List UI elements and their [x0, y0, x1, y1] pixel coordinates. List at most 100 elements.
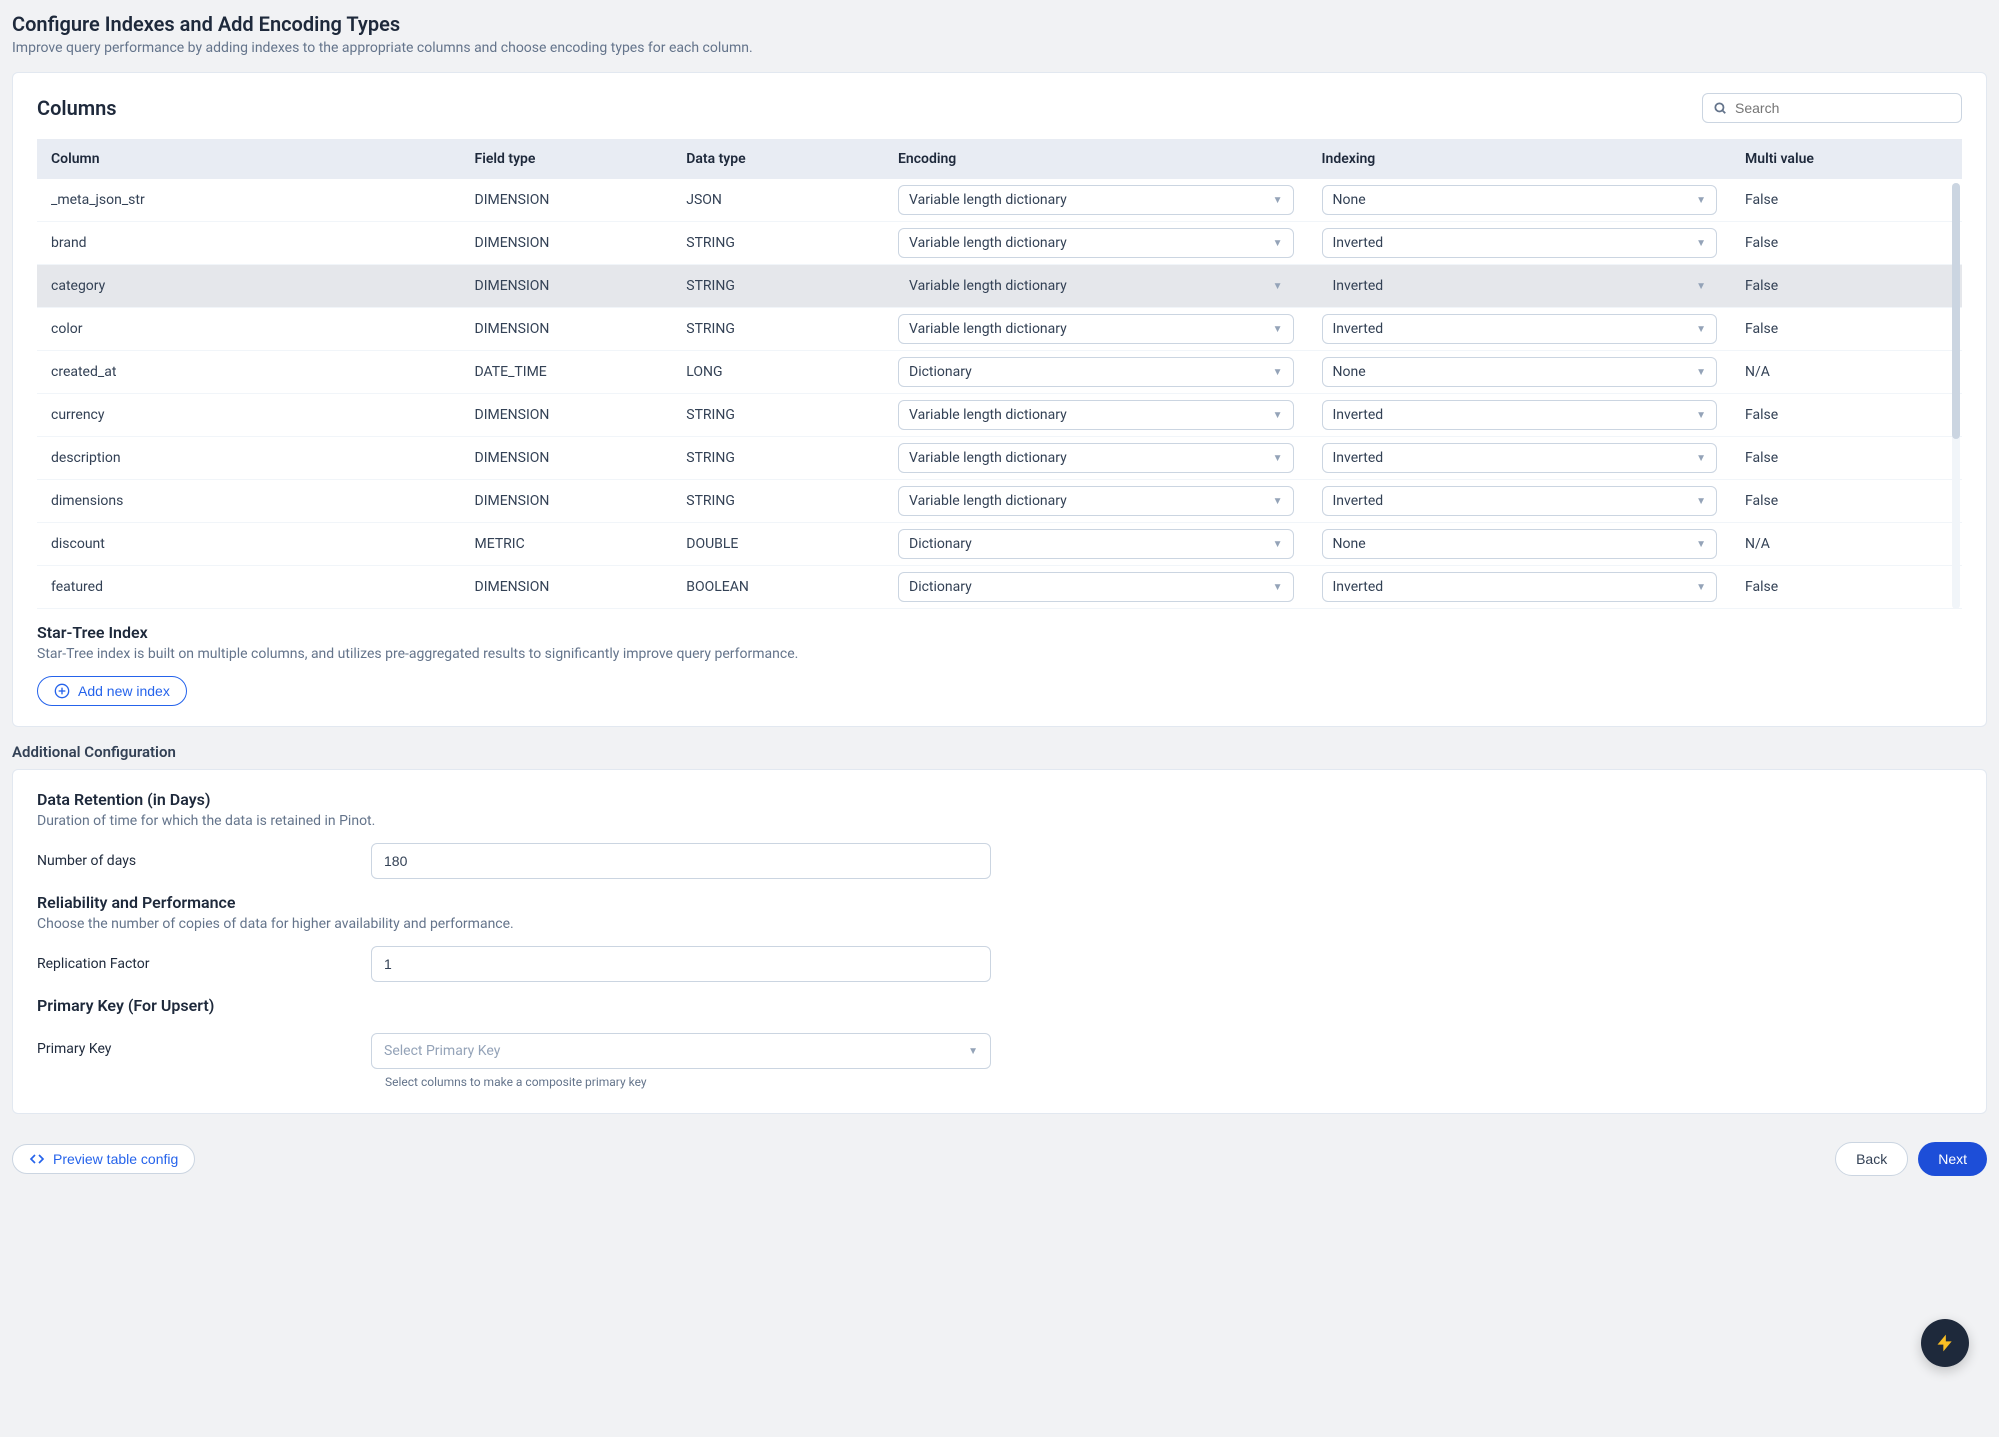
lightning-icon: [1935, 1333, 1955, 1353]
indexing-value: Inverted: [1333, 321, 1384, 337]
cell-data-type: STRING: [672, 480, 884, 523]
search-input-wrap[interactable]: [1702, 93, 1962, 123]
lightning-fab-button[interactable]: [1921, 1319, 1969, 1367]
cell-column-name: currency: [37, 394, 461, 437]
next-button[interactable]: Next: [1918, 1142, 1987, 1176]
indexing-select[interactable]: None ▼: [1322, 529, 1718, 559]
caret-down-icon: ▼: [1696, 410, 1706, 421]
table-scrollbar[interactable]: [1952, 183, 1960, 609]
footer-actions: Preview table config Back Next: [12, 1130, 1987, 1176]
back-button[interactable]: Back: [1835, 1142, 1908, 1176]
cell-column-name: brand: [37, 222, 461, 265]
table-scrollbar-thumb[interactable]: [1952, 183, 1960, 439]
indexing-value: Inverted: [1333, 278, 1384, 294]
preview-table-config-button[interactable]: Preview table config: [12, 1144, 195, 1174]
retention-days-input[interactable]: [371, 843, 991, 879]
search-icon: [1713, 101, 1727, 115]
encoding-select[interactable]: Dictionary▼: [898, 572, 1294, 602]
encoding-select[interactable]: Variable length dictionary▼: [898, 271, 1294, 301]
columns-card: Columns Column Field type Data type Enco…: [12, 72, 1987, 727]
table-row[interactable]: category DIMENSION STRING Variable lengt…: [37, 265, 1962, 308]
cell-multi-value: N/A: [1731, 523, 1962, 566]
indexing-select[interactable]: Inverted▼: [1322, 314, 1718, 344]
cell-column-name: discount: [37, 523, 461, 566]
cell-field-type: DIMENSION: [461, 308, 673, 351]
indexing-select[interactable]: Inverted▼: [1322, 400, 1718, 430]
caret-down-icon: ▼: [1696, 281, 1706, 292]
add-new-index-button[interactable]: Add new index: [37, 676, 187, 706]
encoding-value: Dictionary: [909, 579, 972, 595]
table-row[interactable]: created_at DATE_TIME LONG Dictionary ▼ No…: [37, 351, 1962, 394]
cell-column-name: category: [37, 265, 461, 308]
encoding-value: Variable length dictionary: [909, 235, 1067, 251]
add-new-index-label: Add new index: [78, 683, 170, 699]
indexing-select[interactable]: Inverted▼: [1322, 443, 1718, 473]
header-encoding: Encoding: [884, 139, 1308, 179]
replication-label: Replication Factor: [37, 956, 347, 972]
indexing-value: None: [1333, 536, 1366, 552]
primary-key-helper: Select columns to make a composite prima…: [385, 1075, 991, 1089]
cell-data-type: STRING: [672, 437, 884, 480]
indexing-value: Inverted: [1333, 493, 1384, 509]
additional-config-card: Data Retention (in Days) Duration of tim…: [12, 769, 1987, 1114]
indexing-select[interactable]: None▼: [1322, 357, 1718, 387]
table-row[interactable]: discount METRIC DOUBLE Dictionary▼ None▼…: [37, 523, 1962, 566]
table-header-row: Column Field type Data type Encoding Ind…: [37, 139, 1962, 179]
table-row[interactable]: brand DIMENSION STRING Variable length d…: [37, 222, 1962, 265]
star-tree-description: Star-Tree index is built on multiple col…: [37, 646, 1962, 662]
cell-multi-value: False: [1731, 480, 1962, 523]
encoding-select[interactable]: Variable length dictionary▼: [898, 443, 1294, 473]
cell-column-name: created_at: [37, 351, 461, 394]
caret-down-icon: ▼: [1696, 496, 1706, 507]
caret-down-icon: ▼: [968, 1046, 978, 1057]
cell-multi-value: False: [1731, 308, 1962, 351]
cell-data-type: JSON: [672, 179, 884, 222]
cell-field-type: DATE_TIME: [461, 351, 673, 394]
encoding-select[interactable]: Variable length dictionary▼: [898, 314, 1294, 344]
replication-factor-input[interactable]: [371, 946, 991, 982]
reliability-title: Reliability and Performance: [37, 893, 1962, 912]
encoding-select[interactable]: Dictionary ▼: [898, 357, 1294, 387]
page-title: Configure Indexes and Add Encoding Types: [12, 12, 1987, 36]
indexing-select[interactable]: Inverted ▼: [1322, 228, 1718, 258]
table-row[interactable]: color DIMENSION STRING Variable length d…: [37, 308, 1962, 351]
caret-down-icon: ▼: [1696, 238, 1706, 249]
cell-multi-value: N/A: [1731, 351, 1962, 394]
caret-down-icon: ▼: [1273, 539, 1283, 550]
caret-down-icon: ▼: [1696, 539, 1706, 550]
primary-key-label: Primary Key: [37, 1033, 347, 1057]
caret-down-icon: ▼: [1696, 367, 1706, 378]
indexing-value: Inverted: [1333, 450, 1384, 466]
table-row[interactable]: featured DIMENSION BOOLEAN Dictionary▼ I…: [37, 566, 1962, 609]
encoding-value: Dictionary: [909, 364, 972, 380]
caret-down-icon: ▼: [1273, 367, 1283, 378]
retention-description: Duration of time for which the data is r…: [37, 813, 1962, 829]
indexing-value: Inverted: [1333, 235, 1384, 251]
encoding-select[interactable]: Dictionary▼: [898, 529, 1294, 559]
cell-data-type: LONG: [672, 351, 884, 394]
indexing-select[interactable]: None▼: [1322, 185, 1718, 215]
encoding-value: Variable length dictionary: [909, 450, 1067, 466]
indexing-select[interactable]: Inverted ▼: [1322, 271, 1718, 301]
indexing-select[interactable]: Inverted ▼: [1322, 486, 1718, 516]
table-row[interactable]: _meta_json_str DIMENSION JSON Variable l…: [37, 179, 1962, 222]
caret-down-icon: ▼: [1273, 410, 1283, 421]
header-indexing: Indexing: [1308, 139, 1732, 179]
encoding-select[interactable]: Variable length dictionary▼: [898, 185, 1294, 215]
cell-multi-value: False: [1731, 566, 1962, 609]
cell-field-type: DIMENSION: [461, 179, 673, 222]
cell-data-type: BOOLEAN: [672, 566, 884, 609]
cell-field-type: DIMENSION: [461, 566, 673, 609]
primary-key-select[interactable]: Select Primary Key ▼: [371, 1033, 991, 1069]
encoding-select[interactable]: Variable length dictionary ▼: [898, 228, 1294, 258]
indexing-select[interactable]: Inverted▼: [1322, 572, 1718, 602]
table-row[interactable]: dimensions DIMENSION STRING Variable len…: [37, 480, 1962, 523]
cell-multi-value: False: [1731, 437, 1962, 480]
search-input[interactable]: [1735, 100, 1951, 116]
table-row[interactable]: currency DIMENSION STRING Variable lengt…: [37, 394, 1962, 437]
table-row[interactable]: description DIMENSION STRING Variable le…: [37, 437, 1962, 480]
caret-down-icon: ▼: [1273, 238, 1283, 249]
encoding-select[interactable]: Variable length dictionary▼: [898, 400, 1294, 430]
cell-field-type: DIMENSION: [461, 265, 673, 308]
encoding-select[interactable]: Variable length dictionary▼: [898, 486, 1294, 516]
